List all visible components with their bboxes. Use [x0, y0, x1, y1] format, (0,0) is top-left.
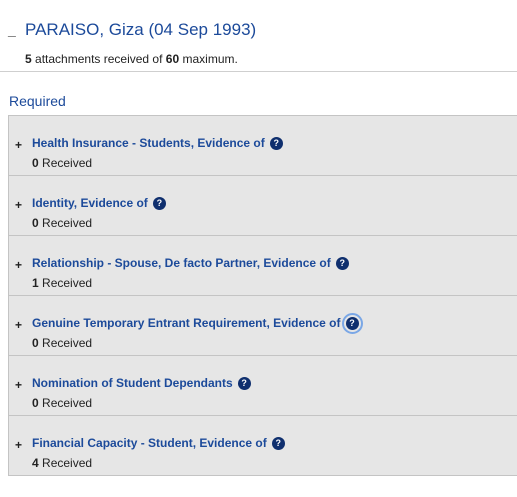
- evidence-title-text[interactable]: Financial Capacity - Student, Evidence o…: [32, 436, 267, 450]
- collapse-icon[interactable]: _: [8, 22, 16, 38]
- required-evidence-list: + Health Insurance - Students, Evidence …: [8, 115, 517, 476]
- attachments-received-count: 5: [25, 52, 32, 66]
- required-heading: Required: [9, 93, 66, 109]
- evidence-title-link[interactable]: Financial Capacity - Student, Evidence o…: [32, 436, 285, 450]
- help-icon[interactable]: ?: [341, 313, 363, 334]
- evidence-title-link[interactable]: Nomination of Student Dependants?: [32, 376, 251, 390]
- evidence-title-text[interactable]: Health Insurance - Students, Evidence of: [32, 136, 265, 150]
- attachments-text-mid: attachments received of: [35, 52, 163, 66]
- attachments-text-end: maximum.: [182, 52, 238, 66]
- applicant-header: _ PARAISO, Giza (04 Sep 1993) 5 attachme…: [0, 0, 517, 72]
- received-number: 0: [32, 216, 39, 230]
- evidence-title-text[interactable]: Genuine Temporary Entrant Requirement, E…: [32, 316, 341, 330]
- received-label: Received: [42, 396, 93, 410]
- help-icon[interactable]: ?: [335, 257, 349, 270]
- evidence-item-identity: + Identity, Evidence of? 0 Received: [9, 176, 517, 236]
- received-number: 0: [32, 156, 39, 170]
- evidence-title-text[interactable]: Nomination of Student Dependants: [32, 376, 233, 390]
- evidence-item-relationship: + Relationship - Spouse, De facto Partne…: [9, 236, 517, 296]
- received-label: Received: [42, 276, 93, 290]
- expand-icon[interactable]: +: [15, 318, 22, 332]
- received-number: 0: [32, 396, 39, 410]
- evidence-title-link[interactable]: Health Insurance - Students, Evidence of…: [32, 136, 283, 150]
- expand-icon[interactable]: +: [15, 378, 22, 392]
- evidence-item-genuine-temporary-entrant: + Genuine Temporary Entrant Requirement,…: [9, 296, 517, 356]
- attachments-summary: 5 attachments received of 60 maximum.: [25, 52, 238, 66]
- help-icon[interactable]: ?: [271, 437, 285, 450]
- evidence-title-link[interactable]: Genuine Temporary Entrant Requirement, E…: [32, 313, 363, 334]
- help-icon[interactable]: ?: [269, 137, 283, 150]
- evidence-title-link[interactable]: Identity, Evidence of?: [32, 196, 166, 210]
- received-label: Received: [42, 156, 93, 170]
- attachments-max-count: 60: [165, 52, 180, 66]
- evidence-item-financial-capacity: + Financial Capacity - Student, Evidence…: [9, 416, 517, 476]
- received-count: 0 Received: [32, 216, 92, 230]
- received-count: 4 Received: [32, 456, 92, 470]
- received-number: 4: [32, 456, 39, 470]
- expand-icon[interactable]: +: [15, 138, 22, 152]
- page: _ PARAISO, Giza (04 Sep 1993) 5 attachme…: [0, 0, 517, 497]
- expand-icon[interactable]: +: [15, 258, 22, 272]
- received-label: Received: [42, 216, 93, 230]
- evidence-title-text[interactable]: Identity, Evidence of: [32, 196, 148, 210]
- received-count: 0 Received: [32, 156, 92, 170]
- received-count: 1 Received: [32, 276, 92, 290]
- evidence-item-health-insurance: + Health Insurance - Students, Evidence …: [9, 116, 517, 176]
- evidence-title-link[interactable]: Relationship - Spouse, De facto Partner,…: [32, 256, 349, 270]
- evidence-title-text[interactable]: Relationship - Spouse, De facto Partner,…: [32, 256, 331, 270]
- expand-icon[interactable]: +: [15, 438, 22, 452]
- applicant-name-link[interactable]: PARAISO, Giza (04 Sep 1993): [25, 20, 256, 40]
- received-number: 0: [32, 336, 39, 350]
- received-count: 0 Received: [32, 336, 92, 350]
- expand-icon[interactable]: +: [15, 198, 22, 212]
- received-label: Received: [42, 456, 93, 470]
- help-icon[interactable]: ?: [152, 197, 166, 210]
- received-count: 0 Received: [32, 396, 92, 410]
- evidence-item-nomination-dependants: + Nomination of Student Dependants? 0 Re…: [9, 356, 517, 416]
- received-number: 1: [32, 276, 39, 290]
- help-icon[interactable]: ?: [237, 377, 251, 390]
- received-label: Received: [42, 336, 93, 350]
